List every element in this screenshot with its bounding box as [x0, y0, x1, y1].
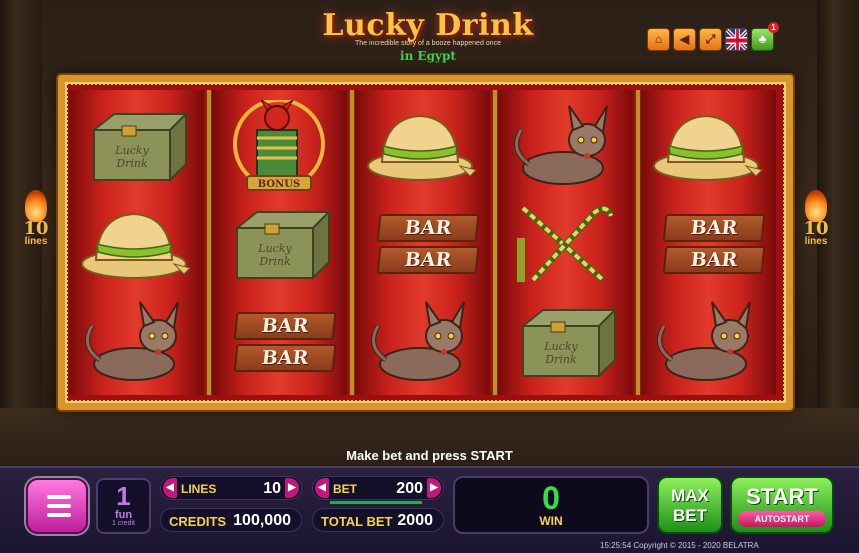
bet-decrease-button[interactable]: ◀	[315, 478, 329, 498]
top-toolbar: ⌂ ◀ ⤢ ♣ 1	[647, 22, 779, 51]
symbol-cat-icon	[646, 296, 771, 388]
bet-increase-button[interactable]: ▶	[427, 478, 441, 498]
bar-plank: BAR	[662, 214, 766, 242]
uk-flag-icon	[726, 29, 747, 50]
denomination-selector[interactable]: 1 fun 1 credit	[96, 478, 151, 534]
symbol-bar-bar: BAR BAR	[217, 296, 342, 388]
credits-label: CREDITS	[169, 514, 227, 529]
lines-field: ◀ LINES 10 ▶	[160, 476, 302, 500]
paytable-icon: ◀	[679, 32, 690, 46]
hamburger-bar	[47, 495, 71, 499]
reel-separator	[206, 90, 212, 395]
lines-label-right: lines	[804, 236, 828, 247]
lines-value: 10	[263, 480, 281, 497]
symbol-helmet-icon	[646, 100, 771, 192]
svg-text:Lucky: Lucky	[257, 242, 292, 255]
symbol-bar-bar: BAR BAR	[646, 198, 771, 290]
bar-plank: BAR	[376, 246, 480, 274]
denomination-value: 1	[116, 481, 131, 511]
hamburger-bar	[47, 504, 71, 508]
logo-place: in Egypt	[400, 49, 456, 63]
svg-text:Lucky: Lucky	[114, 144, 149, 157]
reel-separator	[349, 90, 355, 395]
svg-text:Drink: Drink	[544, 353, 577, 366]
start-label: START	[746, 484, 818, 509]
game-scene: Lucky Drink The incredible story of a bo…	[0, 0, 859, 553]
symbol-chest-icon: Lucky Drink	[503, 296, 628, 388]
paytable-button[interactable]: ◀	[673, 28, 696, 51]
symbol-chest-icon: Lucky Drink	[74, 100, 199, 192]
svg-text:Drink: Drink	[258, 255, 291, 268]
lines-increase-button[interactable]: ▶	[285, 478, 299, 498]
fullscreen-icon: ⤢	[705, 32, 716, 46]
lines-label-left: lines	[24, 236, 48, 247]
denomination-unit: fun	[114, 509, 133, 521]
total-bet-field: TOTAL BET 2000	[312, 508, 444, 532]
menu-button[interactable]	[26, 478, 88, 534]
reel-4: Lucky Drink	[498, 90, 633, 395]
logo-title: Lucky Drink	[322, 8, 534, 43]
bar-plank: BAR	[662, 246, 766, 274]
bet-underline	[330, 501, 422, 504]
hamburger-bar	[47, 513, 71, 517]
symbol-chest-icon: Lucky Drink	[217, 198, 342, 290]
bar-plank: BAR	[233, 344, 337, 372]
lines-label: LINES	[181, 482, 217, 496]
notification-badge: 1	[768, 22, 779, 33]
start-button[interactable]: START AUTOSTART	[730, 476, 834, 534]
lines-indicator-left: 10 lines	[16, 190, 56, 247]
symbol-canes-icon	[503, 198, 628, 290]
win-value: 0	[542, 480, 560, 516]
credits-field: CREDITS 100,000	[160, 508, 302, 532]
symbol-bar-bar: BAR BAR	[360, 198, 485, 290]
bar-plank: BAR	[233, 312, 337, 340]
club-icon: ♣	[758, 32, 767, 46]
reel-1: Lucky Drink	[69, 90, 204, 395]
symbol-devil-bonus-icon: BONUS	[217, 98, 342, 192]
lines-indicator-right: 10 lines	[796, 190, 836, 247]
home-button[interactable]: ⌂	[647, 28, 670, 51]
denomination-caption: 1 credit	[112, 520, 135, 527]
total-bet-label: TOTAL BET	[321, 514, 393, 529]
svg-text:BONUS: BONUS	[258, 179, 300, 190]
credits-value: 100,000	[233, 512, 291, 529]
fullscreen-button[interactable]: ⤢	[699, 28, 722, 51]
language-button[interactable]	[725, 28, 748, 51]
home-icon: ⌂	[654, 32, 663, 46]
reel-5: BAR BAR	[641, 90, 776, 395]
total-bet-value: 2000	[397, 512, 433, 529]
club-button[interactable]: ♣ 1	[751, 22, 779, 51]
bet-label: BET	[333, 482, 357, 496]
win-display: 0 WIN	[453, 476, 649, 534]
bet-value: 200	[396, 480, 423, 497]
reel-separator	[635, 90, 641, 395]
reel-frame: Lucky Drink BONUS Lucky Drink BAR BAR BAR BAR Luc…	[58, 75, 793, 410]
lines-decrease-button[interactable]: ◀	[163, 478, 177, 498]
autostart-button[interactable]: AUTOSTART	[738, 511, 826, 527]
footer-copyright: 15:25:54 Copyright © 2015 - 2020 BELATRA	[600, 541, 759, 550]
symbol-helmet-icon	[360, 100, 485, 192]
reel-separator	[492, 90, 498, 395]
reel-3: BAR BAR	[355, 90, 490, 395]
bet-field: ◀ BET 200 ▶	[312, 476, 444, 500]
svg-text:Drink: Drink	[115, 157, 148, 170]
symbol-cat-icon	[74, 296, 199, 388]
symbol-helmet-icon	[74, 198, 199, 290]
bar-plank: BAR	[376, 214, 480, 242]
symbol-cat-icon	[503, 100, 628, 192]
svg-text:Lucky: Lucky	[543, 340, 578, 353]
reel-2: BONUS Lucky Drink BAR BAR	[212, 90, 347, 395]
symbol-cat-icon	[360, 296, 485, 388]
max-bet-line2: BET	[673, 506, 707, 525]
max-bet-button[interactable]: MAX BET	[657, 476, 723, 534]
max-bet-line1: MAX	[671, 486, 709, 505]
status-prompt: Make bet and press START	[346, 448, 513, 463]
win-label: WIN	[539, 514, 563, 528]
game-logo: Lucky Drink The incredible story of a bo…	[318, 8, 538, 68]
